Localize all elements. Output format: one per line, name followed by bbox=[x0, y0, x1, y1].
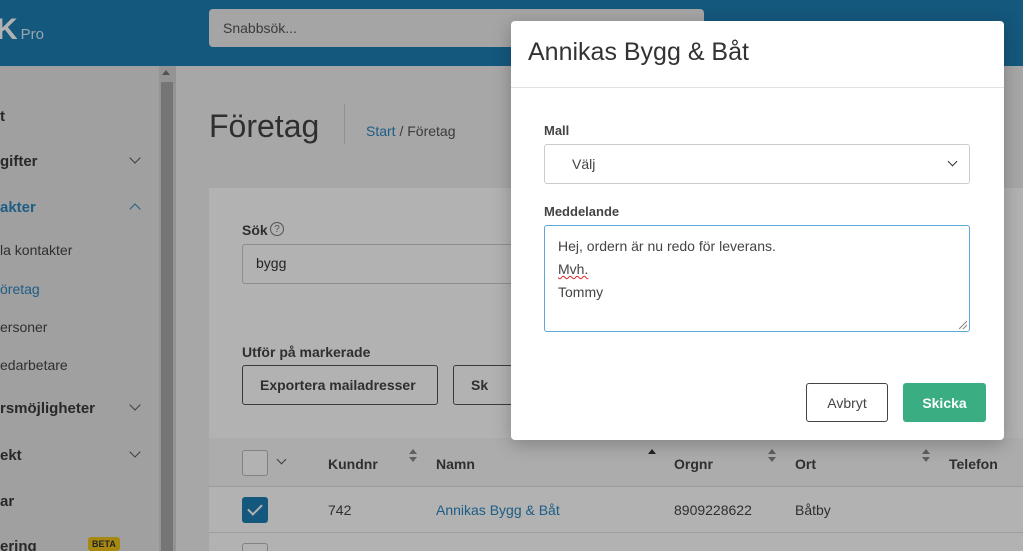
message-textarea[interactable]: Hej, ordern är nu redo för leverans. Mvh… bbox=[544, 225, 970, 332]
message-line: Hej, ordern är nu redo för leverans. bbox=[558, 238, 776, 254]
modal-title: Annikas Bygg & Båt bbox=[528, 38, 749, 66]
send-button[interactable]: Skicka bbox=[903, 383, 986, 422]
message-line: Mvh. bbox=[558, 261, 589, 277]
resize-grip-icon[interactable] bbox=[959, 321, 967, 329]
template-select[interactable]: Välj bbox=[544, 144, 970, 184]
template-label: Mall bbox=[544, 123, 570, 138]
modal-divider bbox=[511, 87, 1004, 88]
chevron-down-icon bbox=[947, 156, 958, 167]
message-line: Tommy bbox=[558, 284, 604, 300]
message-label: Meddelande bbox=[544, 204, 620, 219]
send-message-modal: Annikas Bygg & Båt Mall Välj Meddelande … bbox=[511, 21, 1004, 440]
cancel-button[interactable]: Avbryt bbox=[806, 383, 888, 422]
template-select-value: Välj bbox=[572, 156, 596, 172]
